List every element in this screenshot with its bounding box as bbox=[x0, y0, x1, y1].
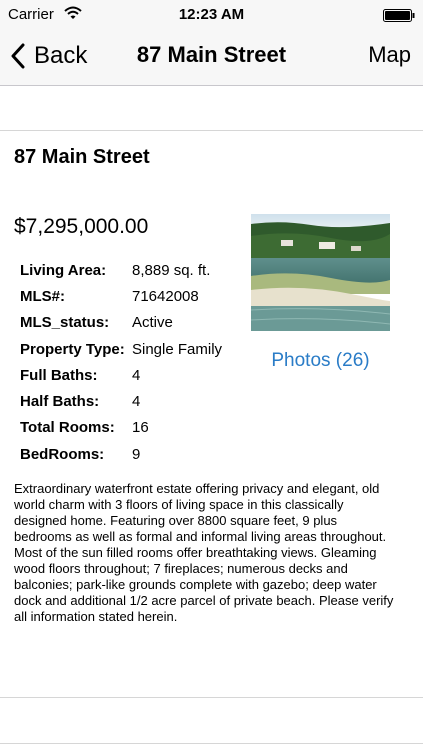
detail-row-mls-number: MLS#: 71642008 bbox=[20, 283, 222, 309]
photos-link[interactable]: Photos (26) bbox=[251, 350, 390, 372]
detail-label: MLS_status: bbox=[20, 314, 110, 332]
back-chevron-icon bbox=[11, 43, 25, 69]
map-button[interactable]: Map bbox=[368, 42, 411, 68]
detail-label: Half Baths: bbox=[20, 393, 100, 411]
detail-label: Property Type: bbox=[20, 340, 125, 358]
detail-row-mls-status: MLS_status: Active bbox=[20, 310, 222, 336]
detail-value: Single Family bbox=[132, 340, 223, 358]
property-details: Living Area: 8,889 sq. ft. MLS#: 7164200… bbox=[20, 257, 222, 467]
detail-label: Living Area: bbox=[20, 261, 107, 279]
detail-value: 4 bbox=[132, 393, 141, 411]
empty-table-row bbox=[0, 86, 423, 131]
detail-value: 8,889 sq. ft. bbox=[132, 261, 211, 279]
detail-value: Active bbox=[132, 314, 173, 332]
detail-row-property-type: Property Type: Single Family bbox=[20, 336, 222, 362]
divider bbox=[0, 697, 423, 698]
property-photo-image bbox=[251, 214, 390, 331]
detail-label: BedRooms: bbox=[20, 445, 105, 463]
detail-value: 4 bbox=[132, 366, 141, 384]
navigation-bar: Back 87 Main Street Map bbox=[0, 30, 423, 86]
back-button-label: Back bbox=[34, 42, 88, 69]
detail-row-total-rooms: Total Rooms: 16 bbox=[20, 415, 222, 441]
detail-label: Full Baths: bbox=[20, 366, 98, 384]
detail-row-living-area: Living Area: 8,889 sq. ft. bbox=[20, 257, 222, 283]
back-button[interactable]: Back bbox=[10, 40, 87, 72]
battery-icon bbox=[383, 9, 415, 22]
property-photo[interactable] bbox=[251, 214, 390, 331]
listing-price: $7,295,000.00 bbox=[14, 215, 149, 238]
detail-row-half-baths: Half Baths: 4 bbox=[20, 388, 222, 414]
status-bar: Carrier 12:23 AM bbox=[0, 0, 423, 30]
detail-label: MLS#: bbox=[20, 287, 65, 305]
detail-row-bedrooms: BedRooms: 9 bbox=[20, 441, 222, 467]
detail-label: Total Rooms: bbox=[20, 419, 115, 437]
listing-title: 87 Main Street bbox=[14, 146, 150, 168]
detail-value: 16 bbox=[132, 419, 149, 437]
detail-row-full-baths: Full Baths: 4 bbox=[20, 362, 222, 388]
status-time: 12:23 AM bbox=[178, 6, 245, 23]
divider bbox=[0, 743, 423, 744]
detail-value: 71642008 bbox=[132, 287, 199, 305]
detail-value: 9 bbox=[132, 445, 141, 463]
listing-description: Extraordinary waterfront estate offering… bbox=[14, 481, 394, 624]
